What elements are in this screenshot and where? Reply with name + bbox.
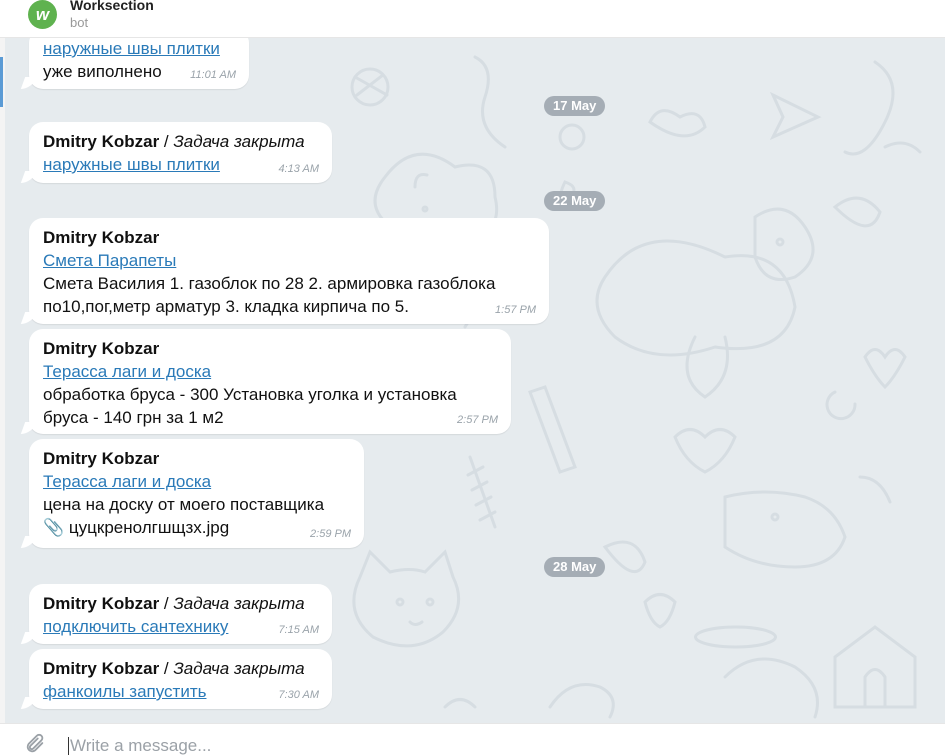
message-header: Dmitry Kobzar / Задача закрыта	[43, 594, 305, 613]
message-time: 7:15 AM	[278, 624, 319, 636]
header-separator: /	[159, 132, 174, 151]
attachment[interactable]: 📎 цуцкренолгшщзх.jpg	[43, 516, 350, 539]
chat-subtitle: bot	[70, 15, 89, 30]
message-text: цена на доску от моего поставщика	[43, 495, 325, 514]
author-name[interactable]: Dmitry Kobzar	[43, 447, 350, 470]
message-text: обработка бруса - 300 Установка уголка и…	[43, 385, 457, 427]
task-link[interactable]: Терасса лаги и доска	[43, 470, 350, 493]
message-bubble: наружные швы плитки уже виполнено 11:01 …	[20, 37, 249, 89]
message-time: 4:13 AM	[278, 163, 319, 175]
message-time: 2:59 PM	[310, 528, 351, 540]
message-time: 1:57 PM	[495, 304, 536, 316]
task-link[interactable]: подключить сантехнику	[43, 615, 318, 638]
message-time: 2:57 PM	[457, 414, 498, 426]
bot-avatar[interactable]: w	[28, 0, 57, 29]
attach-icon[interactable]	[24, 733, 46, 755]
message-bubble: Dmitry Kobzar / Задача закрыта подключит…	[20, 584, 332, 644]
task-status: Задача закрыта	[173, 594, 305, 613]
author-name[interactable]: Dmitry Kobzar	[43, 594, 159, 613]
message-bubble: Dmitry Kobzar Терасса лаги и доска обраб…	[20, 329, 511, 434]
date-separator: 22 May	[544, 191, 606, 211]
task-status: Задача закрыта	[173, 659, 305, 678]
message-time: 7:30 AM	[278, 689, 319, 701]
task-link[interactable]: фанкоилы запустить	[43, 680, 318, 703]
task-link[interactable]: наружные швы плитки	[43, 37, 235, 60]
text-cursor	[68, 737, 69, 755]
message-header: Dmitry Kobzar / Задача закрыта	[43, 132, 305, 151]
task-link[interactable]: Смета Парапеты	[43, 249, 535, 272]
chat-list-edge	[0, 37, 5, 723]
task-status: Задача закрыта	[173, 132, 305, 151]
message-text: Смета Василия 1. газоблок по 28 2. армир…	[43, 274, 496, 316]
message-bubble: Dmitry Kobzar / Задача закрыта наружные …	[20, 122, 332, 183]
attachment-filename[interactable]: цуцкренолгшщзх.jpg	[69, 518, 229, 537]
message-bubble: Dmitry Kobzar Смета Парапеты Смета Васил…	[20, 218, 549, 324]
chat-header: w Worksection bot	[0, 0, 945, 38]
date-separator: 17 May	[544, 96, 606, 116]
chat-title[interactable]: Worksection	[70, 0, 154, 13]
message-time: 11:01 AM	[190, 69, 236, 81]
message-area[interactable]: наружные швы плитки уже виполнено 11:01 …	[5, 37, 945, 723]
author-name[interactable]: Dmitry Kobzar	[43, 659, 159, 678]
author-name[interactable]: Dmitry Kobzar	[43, 226, 535, 249]
message-header: Dmitry Kobzar / Задача закрыта	[43, 659, 305, 678]
task-link[interactable]: Терасса лаги и доска	[43, 360, 497, 383]
message-composer	[0, 723, 945, 756]
active-chat-indicator	[0, 57, 3, 107]
header-separator: /	[159, 659, 174, 678]
message-bubble: Dmitry Kobzar / Задача закрыта фанкоилы …	[20, 649, 332, 709]
header-separator: /	[159, 594, 174, 613]
author-name[interactable]: Dmitry Kobzar	[43, 337, 497, 360]
message-input[interactable]	[70, 736, 770, 756]
message-bubble: Dmitry Kobzar Терасса лаги и доска цена …	[20, 439, 364, 548]
date-separator: 28 May	[544, 557, 606, 577]
task-link[interactable]: наружные швы плитки	[43, 153, 318, 176]
author-name[interactable]: Dmitry Kobzar	[43, 132, 159, 151]
paperclip-icon: 📎	[43, 518, 65, 537]
